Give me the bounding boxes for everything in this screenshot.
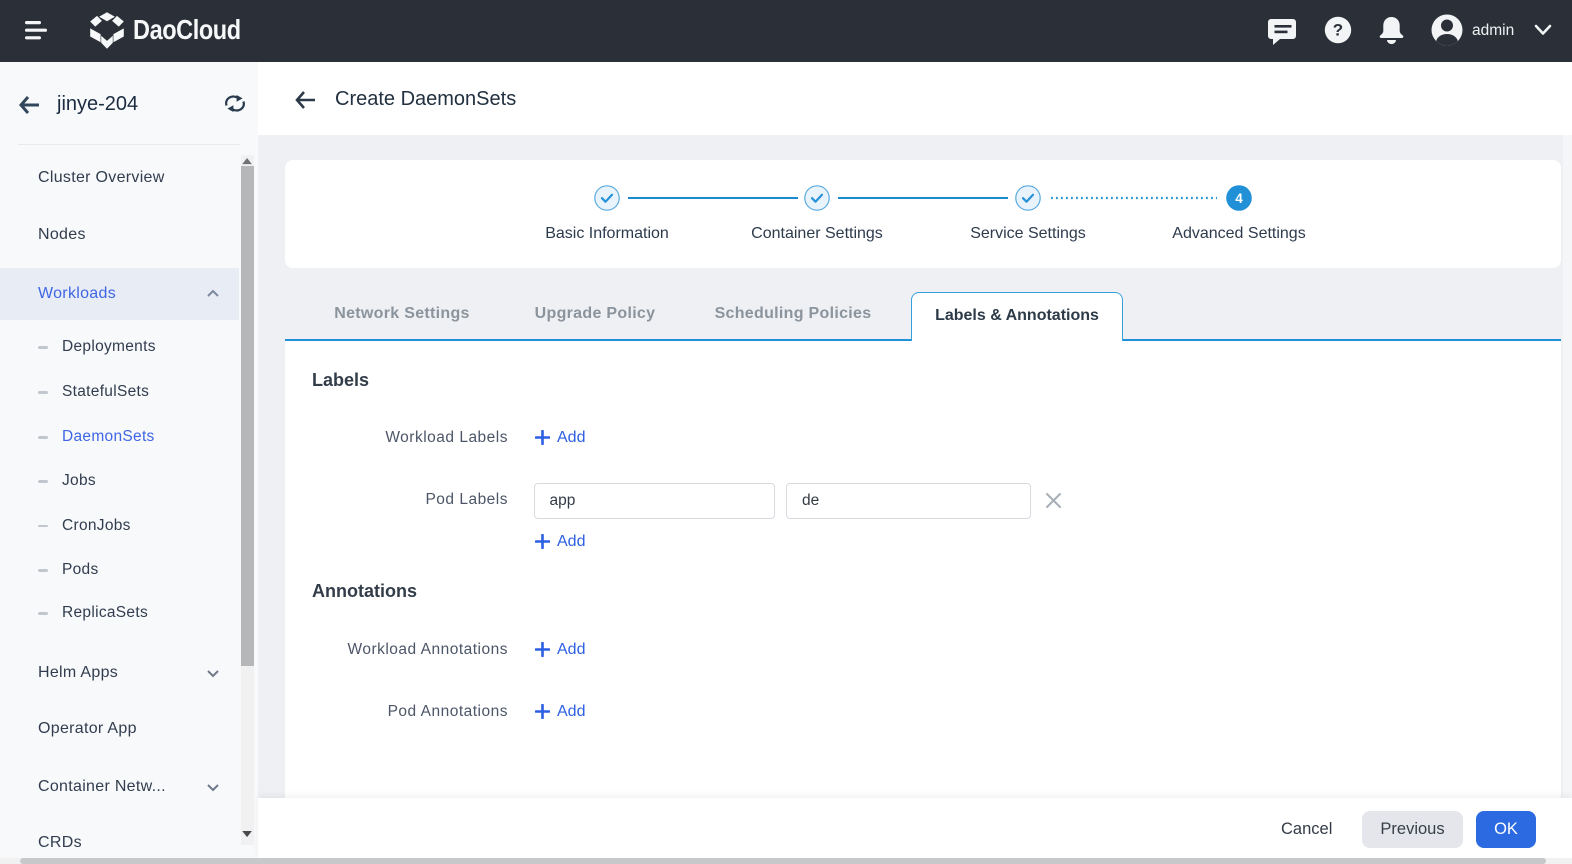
svg-text:4: 4 bbox=[1235, 191, 1243, 206]
svg-text:?: ? bbox=[1333, 21, 1343, 40]
